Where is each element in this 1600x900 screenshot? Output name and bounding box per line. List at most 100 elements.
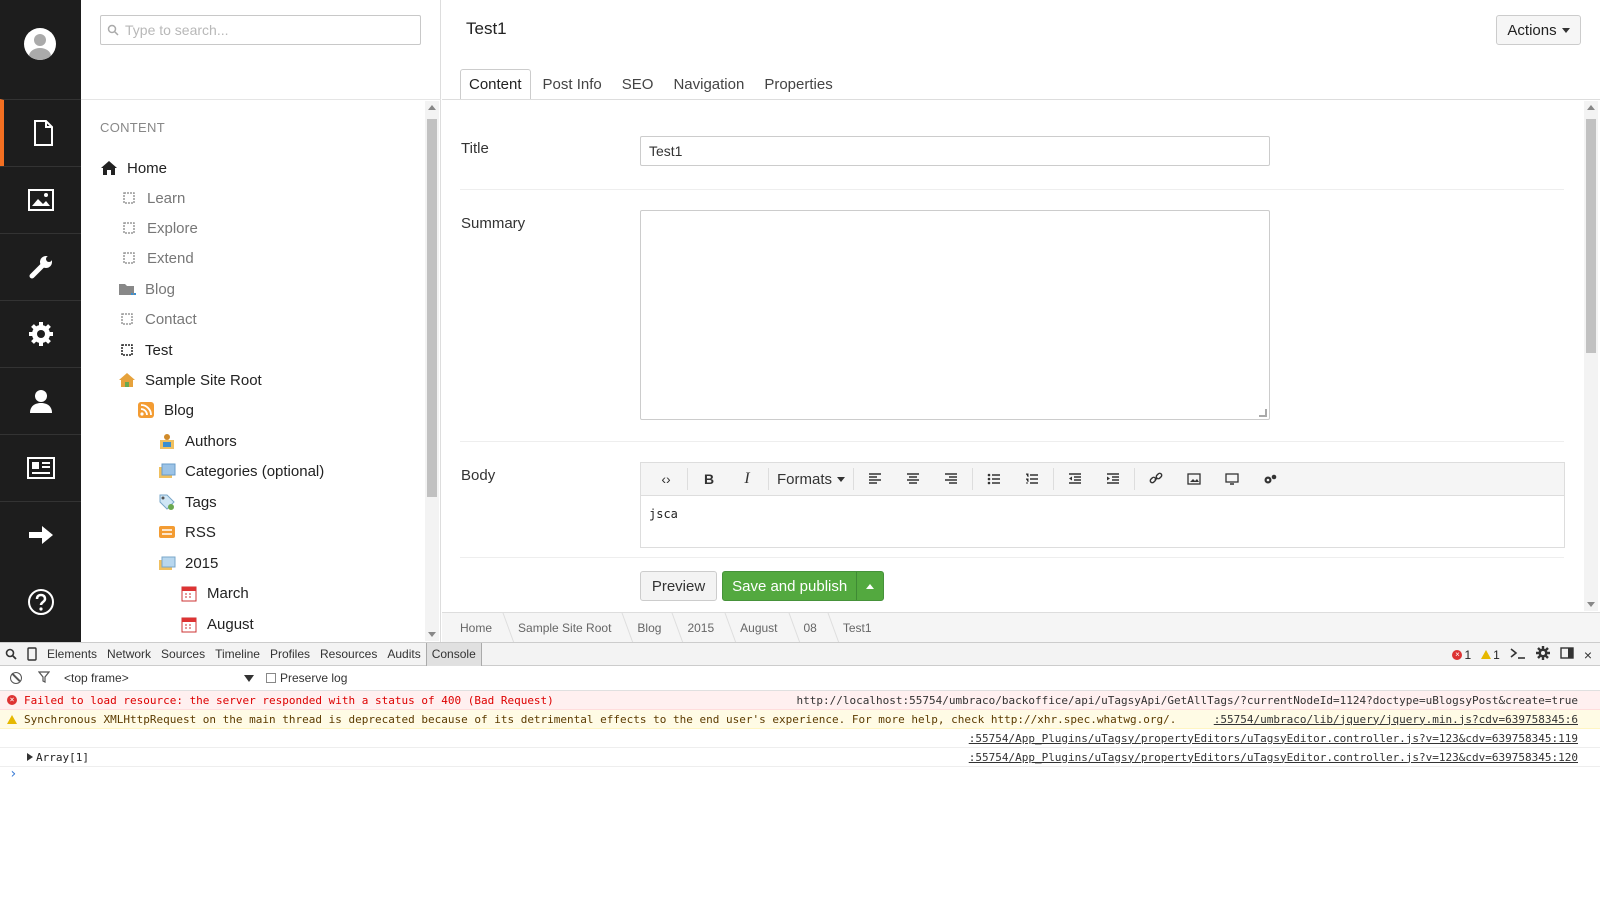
forms-section-button[interactable] — [0, 501, 81, 568]
users-section-button[interactable] — [0, 367, 81, 434]
gear-icon — [1535, 646, 1550, 660]
inspect-button[interactable] — [0, 643, 22, 666]
devtools-tab-timeline[interactable]: Timeline — [210, 643, 265, 666]
warning-counter[interactable]: 1 — [1481, 648, 1500, 662]
editor-scrollbar[interactable] — [1584, 101, 1598, 611]
formats-dropdown[interactable]: Formats — [771, 467, 851, 491]
bold-button[interactable]: B — [690, 467, 728, 491]
scroll-up-arrow-icon[interactable] — [428, 105, 436, 110]
scroll-up-arrow-icon[interactable] — [1587, 105, 1595, 110]
devtools-tab-sources[interactable]: Sources — [156, 643, 210, 666]
developer-section-button[interactable] — [0, 300, 81, 367]
tree-item-home[interactable]: Home — [100, 156, 167, 180]
error-counter[interactable]: × 1 — [1452, 648, 1471, 662]
tree-item-authors[interactable]: Authors — [158, 429, 237, 453]
console-drawer-button[interactable] — [1510, 647, 1526, 662]
breadcrumb-item[interactable]: August — [740, 613, 803, 643]
align-left-button[interactable] — [856, 467, 894, 491]
title-field[interactable] — [640, 136, 1270, 166]
tree-scrollbar[interactable] — [425, 101, 439, 641]
tree-item-march[interactable]: March — [180, 581, 249, 605]
page-title[interactable]: Test1 — [466, 19, 507, 39]
devtools-tab-network[interactable]: Network — [102, 643, 156, 666]
dock-side-button[interactable] — [1560, 647, 1574, 662]
tree-item-sample-site-root[interactable]: Sample Site Root — [118, 368, 262, 392]
device-mode-button[interactable] — [22, 643, 42, 666]
tree-item-blog-rss[interactable]: Blog — [137, 398, 194, 422]
settings-tools-section-button[interactable] — [0, 233, 81, 300]
tree-item-august[interactable]: August — [180, 612, 254, 636]
devtools-tab-console[interactable]: Console — [425, 642, 482, 666]
tab-seo[interactable]: SEO — [614, 69, 662, 100]
filter-icon — [37, 670, 51, 683]
tree-item-extend[interactable]: Extend — [120, 246, 194, 270]
filter-button[interactable] — [37, 670, 51, 686]
tab-navigation[interactable]: Navigation — [665, 69, 752, 100]
insert-macro-button[interactable] — [1213, 467, 1251, 491]
italic-button[interactable]: I — [728, 467, 766, 491]
clear-console-button[interactable] — [10, 672, 22, 684]
actions-button[interactable]: Actions — [1496, 15, 1581, 45]
tab-post-info[interactable]: Post Info — [535, 69, 610, 100]
devtools-tab-resources[interactable]: Resources — [315, 643, 382, 666]
devtools-tab-elements[interactable]: Elements — [42, 643, 102, 666]
image-icon — [1187, 473, 1201, 485]
tab-content[interactable]: Content — [460, 69, 531, 100]
tree-item-2015[interactable]: 2015 — [158, 551, 218, 575]
scrollbar-thumb[interactable] — [1586, 119, 1596, 353]
console-source-link[interactable]: :55754/umbraco/lib/jquery/jquery.min.js?… — [1214, 713, 1578, 726]
tree-search-box[interactable] — [100, 15, 421, 45]
help-section-button[interactable] — [0, 568, 81, 635]
save-options-toggle[interactable] — [856, 572, 883, 600]
tree-item-explore[interactable]: Explore — [120, 216, 198, 240]
devtools-tab-profiles[interactable]: Profiles — [265, 643, 315, 666]
close-devtools-button[interactable]: × — [1584, 647, 1592, 663]
search-input[interactable] — [125, 20, 415, 40]
breadcrumb-item[interactable]: Blog — [637, 613, 687, 643]
align-center-button[interactable] — [894, 467, 932, 491]
console-prompt[interactable]: › — [9, 766, 17, 782]
preserve-log-checkbox[interactable] — [266, 673, 276, 683]
console-source-link[interactable]: http://localhost:55754/umbraco/backoffic… — [797, 694, 1578, 707]
rte-body-text[interactable]: jsca — [649, 507, 678, 521]
breadcrumb-item[interactable]: Sample Site Root — [518, 613, 637, 643]
scroll-down-arrow-icon[interactable] — [428, 632, 436, 637]
settings-button[interactable] — [1535, 646, 1550, 663]
resize-grip-icon[interactable] — [1259, 409, 1267, 417]
outdent-button[interactable] — [1056, 467, 1094, 491]
save-and-publish-button[interactable]: Save and publish — [722, 571, 884, 601]
insert-link-button[interactable] — [1137, 467, 1175, 491]
bullet-list-button[interactable] — [975, 467, 1013, 491]
tree-item-tags[interactable]: Tags — [158, 490, 217, 514]
tree-item-contact[interactable]: Contact — [118, 307, 197, 331]
source-code-button[interactable]: ‹› — [647, 467, 685, 491]
content-section-button[interactable] — [0, 99, 81, 166]
breadcrumb-item[interactable]: 2015 — [687, 613, 740, 643]
scroll-down-arrow-icon[interactable] — [1587, 602, 1595, 607]
numbered-list-button[interactable] — [1013, 467, 1051, 491]
devtools-tab-audits[interactable]: Audits — [382, 643, 425, 666]
console-message[interactable]: Array[1] — [36, 751, 89, 764]
members-section-button[interactable] — [0, 434, 81, 501]
expand-triangle-icon[interactable] — [27, 753, 33, 761]
tree-item-learn[interactable]: Learn — [120, 186, 185, 210]
align-right-button[interactable] — [932, 467, 970, 491]
tree-item-rss[interactable]: RSS — [158, 520, 216, 544]
breadcrumb-item[interactable]: Home — [460, 613, 518, 643]
media-section-button[interactable] — [0, 166, 81, 233]
user-avatar[interactable] — [24, 28, 56, 60]
summary-textarea[interactable] — [640, 210, 1270, 420]
tree-item-test[interactable]: Test — [118, 338, 173, 362]
console-source-link[interactable]: :55754/App_Plugins/uTagsy/propertyEditor… — [969, 751, 1578, 764]
insert-image-button[interactable] — [1175, 467, 1213, 491]
frame-selector[interactable]: <top frame> — [64, 671, 254, 685]
macro-settings-button[interactable] — [1251, 467, 1289, 491]
console-source-link[interactable]: :55754/App_Plugins/uTagsy/propertyEditor… — [969, 732, 1578, 745]
tab-properties[interactable]: Properties — [756, 69, 840, 100]
tree-item-blog[interactable]: Blog — [118, 277, 175, 301]
preview-button[interactable]: Preview — [640, 571, 717, 601]
scrollbar-thumb[interactable] — [427, 119, 437, 497]
tree-item-categories[interactable]: Categories (optional) — [158, 459, 324, 483]
breadcrumb-item[interactable]: 08 — [804, 613, 843, 643]
indent-button[interactable] — [1094, 467, 1132, 491]
